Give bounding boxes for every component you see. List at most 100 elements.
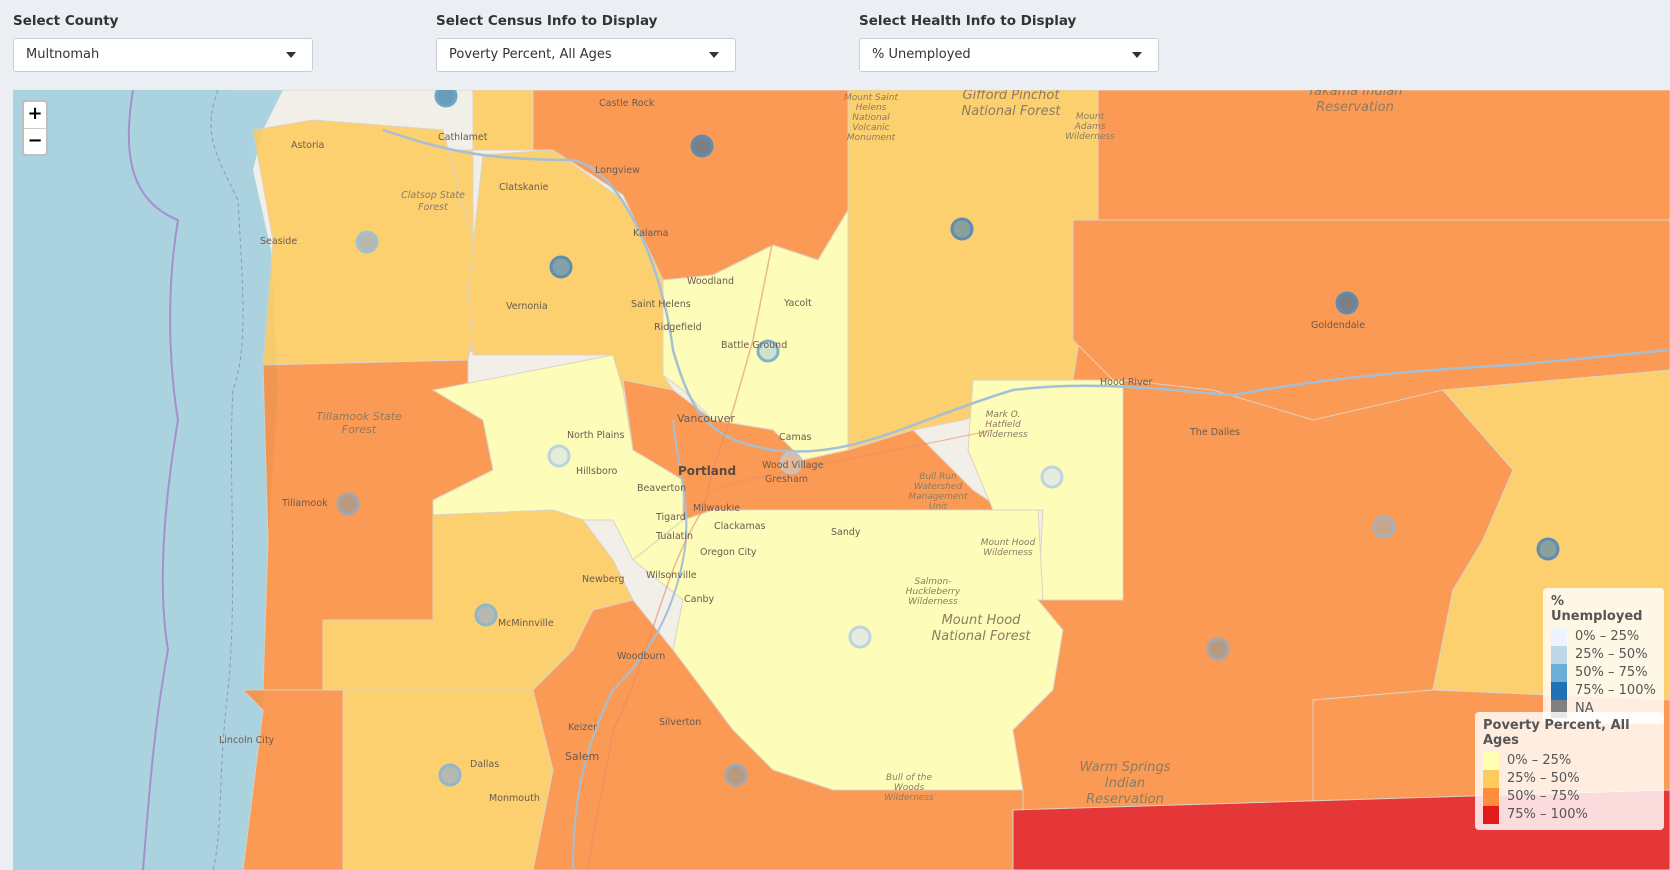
place-label: Lincoln City <box>219 735 275 746</box>
region-label: Gifford Pinchot National Forest <box>961 90 1061 119</box>
place-label: Tigard <box>656 512 686 523</box>
region-label: Mount Hood Wilderness <box>980 538 1036 558</box>
place-label: Saint Helens <box>631 299 691 310</box>
legend-label: 75% – 100% <box>1507 807 1588 822</box>
place-label: Hillsboro <box>576 466 618 477</box>
place-label: Wilsonville <box>646 570 697 581</box>
region-lincoln <box>241 689 344 870</box>
place-label: Woodland <box>687 276 735 287</box>
region-polk <box>322 689 554 870</box>
place-label: Woodburn <box>617 651 666 662</box>
region-label: Clatsop State Forest <box>401 190 465 213</box>
place-label: Kalama <box>633 228 669 239</box>
legend-swatch <box>1483 788 1499 806</box>
legend-swatch <box>1551 682 1567 700</box>
marker[interactable] <box>438 763 462 787</box>
county-label: Select County <box>13 13 119 29</box>
place-label: Wood Village <box>762 460 824 471</box>
marker[interactable] <box>336 492 360 516</box>
marker[interactable] <box>1206 637 1230 661</box>
legend-row: 0% – 25% <box>1483 752 1656 770</box>
legend-swatch <box>1483 752 1499 770</box>
region-label: Tillamook State Forest <box>316 410 402 436</box>
health-value: % Unemployed <box>872 47 971 62</box>
census-value: Poverty Percent, All Ages <box>449 47 612 62</box>
health-select[interactable]: % Unemployed <box>859 38 1159 72</box>
place-label: Cathlamet <box>438 132 488 143</box>
marker[interactable] <box>1335 291 1359 315</box>
marker[interactable] <box>434 90 458 108</box>
legend-label: 75% – 100% <box>1575 683 1656 698</box>
county-value: Multnomah <box>26 47 100 62</box>
census-legend-title: Poverty Percent, All Ages <box>1483 718 1630 748</box>
chevron-down-icon <box>709 52 719 58</box>
place-label: Battle Ground <box>721 340 788 351</box>
marker[interactable] <box>848 625 872 649</box>
marker[interactable] <box>1372 515 1396 539</box>
region-label: Bull Run Watershed Management Unit <box>908 472 968 512</box>
place-label: Dallas <box>470 759 500 770</box>
place-label: Camas <box>779 432 812 443</box>
legend-row: 0% – 25% <box>1551 628 1656 646</box>
census-label: Select Census Info to Display <box>436 13 658 29</box>
legend-swatch <box>1551 646 1567 664</box>
region-label: Warm Springs Indian Reservation <box>1079 760 1171 807</box>
marker[interactable] <box>950 217 974 241</box>
maritime-boundary <box>210 90 244 870</box>
place-label: Portland <box>678 464 737 478</box>
map-layer <box>127 90 1670 870</box>
marker[interactable] <box>724 763 748 787</box>
zoom-out-button[interactable]: − <box>24 128 46 154</box>
marker[interactable] <box>547 444 571 468</box>
marker[interactable] <box>549 255 573 279</box>
region-label: Mount Adams Wilderness <box>1065 112 1115 142</box>
place-label: Salem <box>565 750 600 763</box>
region-label: Bull of the Woods Wilderness <box>884 773 934 803</box>
region-label: Yakama Indian Reservation <box>1307 90 1403 115</box>
place-label: Seaside <box>260 236 298 247</box>
marker[interactable] <box>690 134 714 158</box>
marker[interactable] <box>1040 465 1064 489</box>
place-label: Castle Rock <box>599 98 655 109</box>
marker[interactable] <box>474 603 498 627</box>
region-label: Mount Saint Helens National Volcanic Mon… <box>843 93 899 143</box>
place-label: Astoria <box>291 140 325 151</box>
marker[interactable] <box>355 230 379 254</box>
place-label: Keizer <box>568 722 597 733</box>
place-label: Vancouver <box>677 412 735 425</box>
legend-label: 50% – 75% <box>1507 789 1580 804</box>
place-label: Vernonia <box>506 301 548 312</box>
legend-swatch <box>1483 806 1499 824</box>
state-boundary <box>127 90 180 870</box>
health-legend-title: % Unemployed <box>1551 594 1643 624</box>
place-label: Yacolt <box>784 298 812 309</box>
marker[interactable] <box>1536 537 1560 561</box>
chevron-down-icon <box>1132 52 1142 58</box>
place-label: McMinnville <box>498 618 554 629</box>
place-label: Milwaukie <box>693 503 741 514</box>
chevron-down-icon <box>286 52 296 58</box>
health-label: Select Health Info to Display <box>859 13 1077 29</box>
legend-row: 50% – 75% <box>1551 664 1656 682</box>
legend-label: 0% – 25% <box>1507 753 1572 768</box>
region-label: Mark O. Hatfield Wilderness <box>978 410 1028 440</box>
census-legend: Poverty Percent, All Ages 0% – 25% 25% –… <box>1475 712 1664 830</box>
place-label: Hood River <box>1100 377 1153 388</box>
place-label: Longview <box>595 165 640 176</box>
map-canvas[interactable]: Castle Rock Astoria Cathlamet Longview C… <box>13 90 1670 870</box>
legend-label: 25% – 50% <box>1575 647 1648 662</box>
legend-row: 75% – 100% <box>1551 682 1656 700</box>
controls-bar: Select County Multnomah Select Census In… <box>0 0 1670 90</box>
place-label: Silverton <box>659 717 702 728</box>
health-control: Select Health Info to Display % Unemploy… <box>859 12 1159 72</box>
county-select[interactable]: Multnomah <box>13 38 313 72</box>
zoom-control: + − <box>22 100 48 156</box>
zoom-in-button[interactable]: + <box>24 102 46 128</box>
region-label: Mount Hood National Forest <box>931 613 1031 644</box>
legend-row: 50% – 75% <box>1483 788 1656 806</box>
census-select[interactable]: Poverty Percent, All Ages <box>436 38 736 72</box>
place-label: Tillamook <box>282 498 328 509</box>
legend-swatch <box>1551 628 1567 646</box>
health-legend: % Unemployed 0% – 25% 25% – 50% 50% – 75… <box>1543 588 1664 724</box>
place-label: Clackamas <box>714 521 766 532</box>
